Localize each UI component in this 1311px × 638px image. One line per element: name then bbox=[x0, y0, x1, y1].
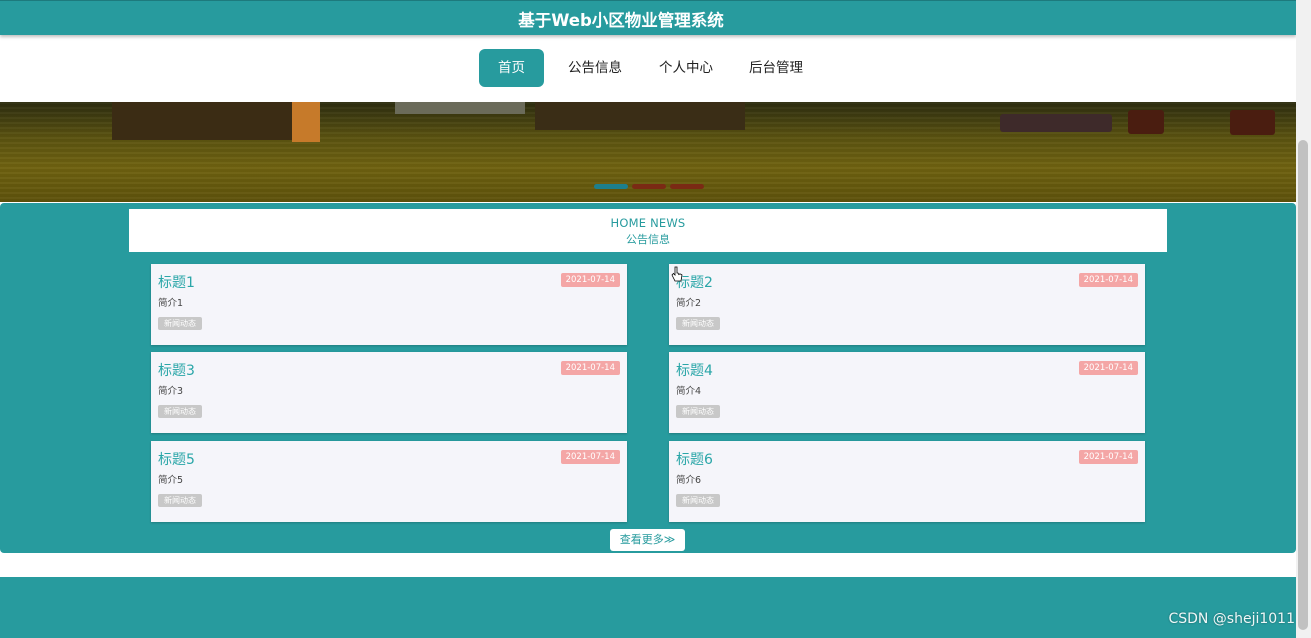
banner-carousel[interactable] bbox=[0, 102, 1296, 202]
news-card-title[interactable]: 标题1 bbox=[158, 272, 195, 292]
buoy bbox=[1128, 110, 1164, 134]
news-card-title[interactable]: 标题3 bbox=[158, 360, 195, 380]
boat bbox=[1000, 114, 1112, 132]
view-more-button[interactable]: 查看更多≫ bbox=[610, 529, 685, 551]
boat bbox=[395, 102, 525, 114]
news-card-date: 2021-07-14 bbox=[560, 450, 620, 464]
news-card-title[interactable]: 标题4 bbox=[676, 360, 713, 380]
news-card-summary: 简介5 bbox=[158, 475, 184, 486]
news-card-tag: 新闻动态 bbox=[158, 317, 202, 330]
news-section-header: HOME NEWS 公告信息 bbox=[129, 209, 1167, 252]
news-card-tag: 新闻动态 bbox=[676, 494, 720, 507]
news-section: HOME NEWS 公告信息 标题1 2021-07-14 简介1 新闻动态 标… bbox=[0, 203, 1296, 553]
news-title-zh: 公告信息 bbox=[626, 233, 670, 246]
news-card[interactable]: 标题2 2021-07-14 简介2 新闻动态 bbox=[669, 264, 1145, 345]
footer bbox=[0, 577, 1296, 638]
news-card-summary: 简介3 bbox=[158, 386, 184, 397]
nav-item-announcements[interactable]: 公告信息 bbox=[557, 49, 633, 87]
bridge-pier bbox=[292, 102, 320, 142]
news-card-date: 2021-07-14 bbox=[560, 361, 620, 375]
vertical-scrollbar[interactable] bbox=[1296, 0, 1311, 638]
news-card-date: 2021-07-14 bbox=[1078, 450, 1138, 464]
nav-item-admin[interactable]: 后台管理 bbox=[738, 49, 814, 87]
news-card-tag: 新闻动态 bbox=[676, 405, 720, 418]
news-card-tag: 新闻动态 bbox=[676, 317, 720, 330]
news-card-date: 2021-07-14 bbox=[1078, 361, 1138, 375]
nav-item-home[interactable]: 首页 bbox=[479, 49, 544, 87]
hand-pointer-icon bbox=[671, 266, 683, 282]
news-title-en: HOME NEWS bbox=[610, 216, 686, 230]
news-card[interactable]: 标题3 2021-07-14 简介3 新闻动态 bbox=[151, 352, 627, 433]
news-card-tag: 新闻动态 bbox=[158, 494, 202, 507]
buoy bbox=[1230, 110, 1275, 135]
news-card-tag: 新闻动态 bbox=[158, 405, 202, 418]
news-card[interactable]: 标题4 2021-07-14 简介4 新闻动态 bbox=[669, 352, 1145, 433]
news-card[interactable]: 标题5 2021-07-14 简介5 新闻动态 bbox=[151, 441, 627, 522]
news-card-summary: 简介6 bbox=[676, 475, 702, 486]
news-card-date: 2021-07-14 bbox=[1078, 273, 1138, 287]
news-card-summary: 简介1 bbox=[158, 298, 184, 309]
news-card-summary: 简介2 bbox=[676, 298, 702, 309]
main-navigation: 首页 公告信息 个人中心 后台管理 bbox=[0, 35, 1296, 102]
carousel-dot-1[interactable] bbox=[594, 184, 628, 189]
scrollbar-thumb[interactable] bbox=[1298, 140, 1308, 630]
site-title: 基于Web小区物业管理系统 bbox=[518, 11, 724, 30]
carousel-dot-3[interactable] bbox=[670, 184, 704, 189]
nav-item-personal-center[interactable]: 个人中心 bbox=[648, 49, 724, 87]
csdn-watermark: CSDN @sheji1011 bbox=[1168, 611, 1295, 627]
news-card[interactable]: 标题1 2021-07-14 简介1 新闻动态 bbox=[151, 264, 627, 345]
bridge-pier bbox=[535, 102, 745, 130]
top-header-bar: 基于Web小区物业管理系统 bbox=[0, 0, 1296, 35]
news-card-summary: 简介4 bbox=[676, 386, 702, 397]
news-card-date: 2021-07-14 bbox=[560, 273, 620, 287]
carousel-dot-2[interactable] bbox=[632, 184, 666, 189]
news-card[interactable]: 标题6 2021-07-14 简介6 新闻动态 bbox=[669, 441, 1145, 522]
news-card-title[interactable]: 标题6 bbox=[676, 449, 713, 469]
news-card-title[interactable]: 标题5 bbox=[158, 449, 195, 469]
bridge-pier bbox=[112, 102, 292, 140]
page: 基于Web小区物业管理系统 首页 公告信息 个人中心 后台管理 HOME NEW… bbox=[0, 0, 1296, 638]
